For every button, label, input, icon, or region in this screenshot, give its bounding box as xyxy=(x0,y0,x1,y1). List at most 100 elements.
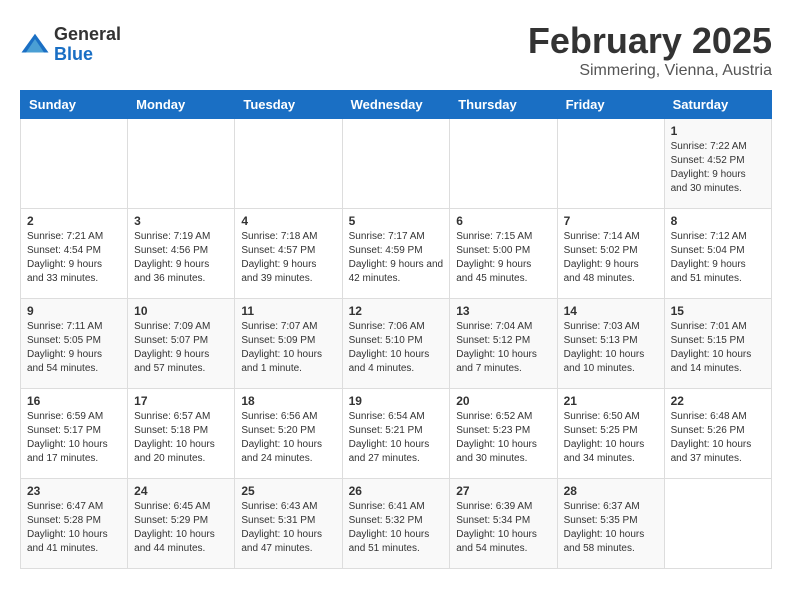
day-number: 18 xyxy=(241,394,335,408)
day-info: Sunrise: 6:54 AM Sunset: 5:21 PM Dayligh… xyxy=(349,410,444,466)
calendar-day-cell: 1 Sunrise: 7:22 AM Sunset: 4:52 PM Daylig… xyxy=(664,119,771,209)
calendar-day-cell: 19 Sunrise: 6:54 AM Sunset: 5:21 PM Dayli… xyxy=(342,389,450,479)
logo-blue-text: Blue xyxy=(54,45,121,65)
day-info: Sunrise: 6:39 AM Sunset: 5:34 PM Dayligh… xyxy=(456,500,550,556)
day-number: 2 xyxy=(27,214,121,228)
day-info: Sunrise: 7:14 AM Sunset: 5:02 PM Dayligh… xyxy=(564,230,658,286)
calendar-day-cell: 10 Sunrise: 7:09 AM Sunset: 5:07 PM Dayli… xyxy=(128,299,235,389)
logo: General Blue xyxy=(20,25,121,65)
calendar-day-cell: 4 Sunrise: 7:18 AM Sunset: 4:57 PM Daylig… xyxy=(235,209,342,299)
weekday-header: Thursday xyxy=(450,91,557,119)
day-number: 27 xyxy=(456,484,550,498)
calendar-day-cell: 18 Sunrise: 6:56 AM Sunset: 5:20 PM Dayli… xyxy=(235,389,342,479)
day-info: Sunrise: 7:06 AM Sunset: 5:10 PM Dayligh… xyxy=(349,320,444,376)
day-number: 5 xyxy=(349,214,444,228)
day-number: 10 xyxy=(134,304,228,318)
month-title: February 2025 xyxy=(528,20,772,62)
calendar-day-cell: 12 Sunrise: 7:06 AM Sunset: 5:10 PM Dayli… xyxy=(342,299,450,389)
weekday-header: Monday xyxy=(128,91,235,119)
calendar-day-cell: 15 Sunrise: 7:01 AM Sunset: 5:15 PM Dayli… xyxy=(664,299,771,389)
day-info: Sunrise: 6:48 AM Sunset: 5:26 PM Dayligh… xyxy=(671,410,765,466)
title-section: February 2025 Simmering, Vienna, Austria xyxy=(528,20,772,80)
day-info: Sunrise: 7:22 AM Sunset: 4:52 PM Dayligh… xyxy=(671,140,765,196)
day-info: Sunrise: 7:04 AM Sunset: 5:12 PM Dayligh… xyxy=(456,320,550,376)
calendar-day-cell: 7 Sunrise: 7:14 AM Sunset: 5:02 PM Daylig… xyxy=(557,209,664,299)
day-info: Sunrise: 6:56 AM Sunset: 5:20 PM Dayligh… xyxy=(241,410,335,466)
day-number: 14 xyxy=(564,304,658,318)
day-info: Sunrise: 6:59 AM Sunset: 5:17 PM Dayligh… xyxy=(27,410,121,466)
calendar-day-cell: 16 Sunrise: 6:59 AM Sunset: 5:17 PM Dayli… xyxy=(21,389,128,479)
calendar-day-cell xyxy=(557,119,664,209)
calendar-day-cell: 6 Sunrise: 7:15 AM Sunset: 5:00 PM Daylig… xyxy=(450,209,557,299)
day-number: 16 xyxy=(27,394,121,408)
calendar-day-cell: 17 Sunrise: 6:57 AM Sunset: 5:18 PM Dayli… xyxy=(128,389,235,479)
day-info: Sunrise: 7:21 AM Sunset: 4:54 PM Dayligh… xyxy=(27,230,121,286)
day-info: Sunrise: 6:47 AM Sunset: 5:28 PM Dayligh… xyxy=(27,500,121,556)
weekday-header: Sunday xyxy=(21,91,128,119)
weekday-header-row: SundayMondayTuesdayWednesdayThursdayFrid… xyxy=(21,91,772,119)
day-number: 24 xyxy=(134,484,228,498)
day-number: 15 xyxy=(671,304,765,318)
calendar-day-cell: 21 Sunrise: 6:50 AM Sunset: 5:25 PM Dayli… xyxy=(557,389,664,479)
calendar-day-cell: 5 Sunrise: 7:17 AM Sunset: 4:59 PM Daylig… xyxy=(342,209,450,299)
calendar-day-cell: 26Sunrise: 6:41 AM Sunset: 5:32 PM Dayli… xyxy=(342,479,450,569)
day-info: Sunrise: 7:19 AM Sunset: 4:56 PM Dayligh… xyxy=(134,230,228,286)
day-info: Sunrise: 6:37 AM Sunset: 5:35 PM Dayligh… xyxy=(564,500,658,556)
day-number: 17 xyxy=(134,394,228,408)
day-number: 13 xyxy=(456,304,550,318)
calendar-week-row: 9 Sunrise: 7:11 AM Sunset: 5:05 PM Daylig… xyxy=(21,299,772,389)
day-number: 4 xyxy=(241,214,335,228)
calendar-day-cell: 25Sunrise: 6:43 AM Sunset: 5:31 PM Dayli… xyxy=(235,479,342,569)
day-number: 12 xyxy=(349,304,444,318)
day-number: 3 xyxy=(134,214,228,228)
day-number: 6 xyxy=(456,214,550,228)
day-number: 22 xyxy=(671,394,765,408)
day-info: Sunrise: 6:45 AM Sunset: 5:29 PM Dayligh… xyxy=(134,500,228,556)
page-header: General Blue February 2025 Simmering, Vi… xyxy=(20,20,772,80)
day-info: Sunrise: 7:12 AM Sunset: 5:04 PM Dayligh… xyxy=(671,230,765,286)
day-info: Sunrise: 6:41 AM Sunset: 5:32 PM Dayligh… xyxy=(349,500,444,556)
calendar-day-cell xyxy=(235,119,342,209)
day-number: 20 xyxy=(456,394,550,408)
day-info: Sunrise: 7:01 AM Sunset: 5:15 PM Dayligh… xyxy=(671,320,765,376)
logo-general-text: General xyxy=(54,25,121,45)
day-number: 1 xyxy=(671,124,765,138)
day-info: Sunrise: 7:07 AM Sunset: 5:09 PM Dayligh… xyxy=(241,320,335,376)
day-info: Sunrise: 6:57 AM Sunset: 5:18 PM Dayligh… xyxy=(134,410,228,466)
weekday-header: Saturday xyxy=(664,91,771,119)
weekday-header: Friday xyxy=(557,91,664,119)
day-info: Sunrise: 6:50 AM Sunset: 5:25 PM Dayligh… xyxy=(564,410,658,466)
day-number: 28 xyxy=(564,484,658,498)
calendar-day-cell xyxy=(664,479,771,569)
calendar-day-cell: 14 Sunrise: 7:03 AM Sunset: 5:13 PM Dayli… xyxy=(557,299,664,389)
calendar-week-row: 1 Sunrise: 7:22 AM Sunset: 4:52 PM Daylig… xyxy=(21,119,772,209)
day-info: Sunrise: 7:17 AM Sunset: 4:59 PM Dayligh… xyxy=(349,230,444,286)
day-number: 7 xyxy=(564,214,658,228)
calendar-day-cell xyxy=(128,119,235,209)
day-number: 21 xyxy=(564,394,658,408)
day-info: Sunrise: 7:09 AM Sunset: 5:07 PM Dayligh… xyxy=(134,320,228,376)
calendar-day-cell: 20 Sunrise: 6:52 AM Sunset: 5:23 PM Dayli… xyxy=(450,389,557,479)
day-info: Sunrise: 7:03 AM Sunset: 5:13 PM Dayligh… xyxy=(564,320,658,376)
day-number: 8 xyxy=(671,214,765,228)
calendar-day-cell: 2 Sunrise: 7:21 AM Sunset: 4:54 PM Daylig… xyxy=(21,209,128,299)
calendar-day-cell: 13 Sunrise: 7:04 AM Sunset: 5:12 PM Dayli… xyxy=(450,299,557,389)
day-info: Sunrise: 7:18 AM Sunset: 4:57 PM Dayligh… xyxy=(241,230,335,286)
calendar-day-cell: 28 Sunrise: 6:37 AM Sunset: 5:35 PM Dayli… xyxy=(557,479,664,569)
day-number: 25 xyxy=(241,484,335,498)
day-number: 23 xyxy=(27,484,121,498)
calendar-day-cell: 3 Sunrise: 7:19 AM Sunset: 4:56 PM Daylig… xyxy=(128,209,235,299)
calendar-day-cell: 8 Sunrise: 7:12 AM Sunset: 5:04 PM Daylig… xyxy=(664,209,771,299)
calendar-week-row: 23 Sunrise: 6:47 AM Sunset: 5:28 PM Dayli… xyxy=(21,479,772,569)
day-number: 19 xyxy=(349,394,444,408)
calendar-day-cell xyxy=(342,119,450,209)
logo-icon xyxy=(20,30,50,60)
day-info: Sunrise: 7:11 AM Sunset: 5:05 PM Dayligh… xyxy=(27,320,121,376)
day-info: Sunrise: 7:15 AM Sunset: 5:00 PM Dayligh… xyxy=(456,230,550,286)
day-info: Sunrise: 6:52 AM Sunset: 5:23 PM Dayligh… xyxy=(456,410,550,466)
day-number: 9 xyxy=(27,304,121,318)
calendar-day-cell: 23 Sunrise: 6:47 AM Sunset: 5:28 PM Dayli… xyxy=(21,479,128,569)
calendar-day-cell xyxy=(450,119,557,209)
calendar-day-cell: 24 Sunrise: 6:45 AM Sunset: 5:29 PM Dayli… xyxy=(128,479,235,569)
calendar-day-cell: 9 Sunrise: 7:11 AM Sunset: 5:05 PM Daylig… xyxy=(21,299,128,389)
